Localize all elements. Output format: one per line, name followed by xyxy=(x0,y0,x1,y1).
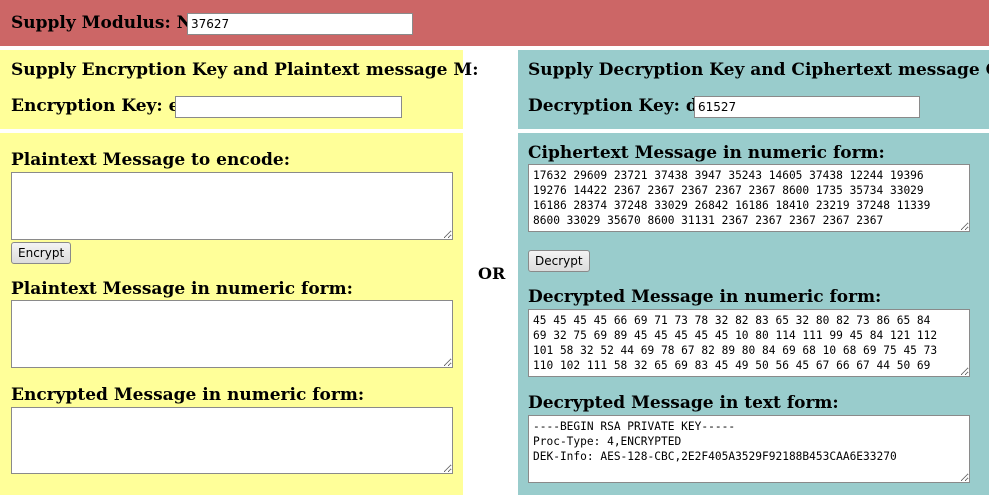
encrypt-button[interactable]: Encrypt xyxy=(11,242,72,264)
plaintext-numeric-textarea[interactable] xyxy=(11,300,453,368)
plaintext-label: Plaintext Message to encode: xyxy=(11,150,291,170)
modulus-label: Supply Modulus: N xyxy=(11,13,193,33)
encryption-key-input[interactable] xyxy=(175,96,402,118)
encrypted-numeric-textarea[interactable] xyxy=(11,407,453,474)
decryption-key-label: Decryption Key: d xyxy=(528,96,698,116)
ciphertext-textarea[interactable]: 17632 29609 23721 37438 3947 35243 14605… xyxy=(528,164,970,232)
decryption-header: Supply Decryption Key and Ciphertext mes… xyxy=(528,60,989,80)
plaintext-numeric-label: Plaintext Message in numeric form: xyxy=(11,279,353,299)
encrypted-numeric-label: Encrypted Message in numeric form: xyxy=(11,385,365,405)
modulus-input[interactable] xyxy=(187,13,413,35)
decrypted-numeric-textarea[interactable]: 45 45 45 45 66 69 71 73 78 32 82 83 65 3… xyxy=(528,309,970,377)
decrypted-text-textarea[interactable]: ----BEGIN RSA PRIVATE KEY----- Proc-Type… xyxy=(528,415,970,483)
encryption-header: Supply Encryption Key and Plaintext mess… xyxy=(11,60,479,80)
decrypted-numeric-label: Decrypted Message in numeric form: xyxy=(528,287,882,307)
or-separator: OR xyxy=(478,264,506,283)
ciphertext-label: Ciphertext Message in numeric form: xyxy=(528,143,885,163)
encryption-key-label: Encryption Key: e xyxy=(11,96,180,116)
plaintext-textarea[interactable] xyxy=(11,172,453,240)
decrypt-button[interactable]: Decrypt xyxy=(528,250,590,272)
decryption-key-input[interactable] xyxy=(694,96,920,118)
decrypted-text-label: Decrypted Message in text form: xyxy=(528,393,839,413)
